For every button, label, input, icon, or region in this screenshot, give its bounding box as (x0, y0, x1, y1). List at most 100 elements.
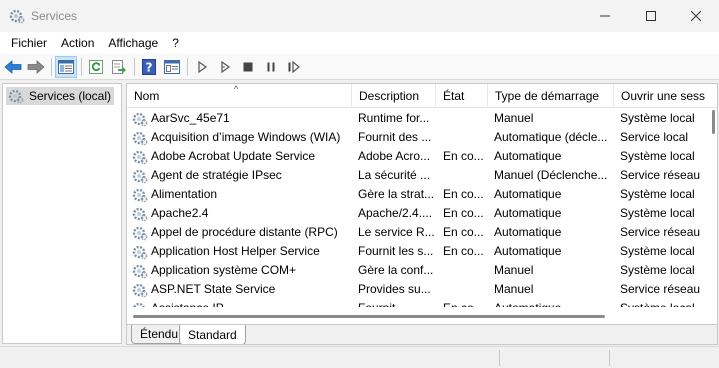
table-row[interactable]: ASP.NET State Service Provides su... Man… (127, 280, 705, 299)
service-gear-icon (132, 302, 146, 307)
tab-label: Standard (188, 327, 237, 342)
service-name: Application Host Helper Service (151, 244, 320, 258)
tree-item-services-local[interactable]: Services (local) (6, 87, 115, 105)
column-header-name[interactable]: Nom (127, 84, 352, 108)
menu-view[interactable]: Affichage (101, 36, 165, 50)
pause-service-icon (267, 62, 275, 71)
resume-service-icon (288, 60, 300, 73)
service-logon: Service réseau (620, 282, 701, 296)
start-service-icon (198, 60, 208, 73)
service-gear-icon (132, 226, 148, 240)
service-state: En co... (443, 149, 484, 163)
service-gear-icon (132, 150, 148, 164)
service-startup-type: Manuel (Déclenche... (494, 168, 608, 182)
service-startup-type: Manuel (494, 263, 534, 277)
service-logon: Système local (620, 187, 695, 201)
tab-standard[interactable]: Standard (179, 325, 246, 344)
vertical-scrollbar[interactable] (705, 108, 717, 318)
menu-action[interactable]: Action (54, 36, 101, 50)
resume-service-button[interactable] (283, 56, 305, 78)
service-gear-icon (132, 264, 148, 278)
service-gear-icon (132, 245, 148, 259)
service-startup-type: Automatique (494, 206, 562, 220)
column-header-startup-type[interactable]: Type de démarrage (488, 84, 614, 108)
service-state (443, 280, 485, 299)
start-service-button[interactable] (191, 56, 213, 78)
service-gear-icon (132, 112, 148, 126)
service-description: Provides su... (358, 282, 431, 296)
status-separator (499, 350, 500, 366)
back-button[interactable] (2, 56, 24, 78)
service-name: Acquisition d’image Windows (WIA) (151, 130, 341, 144)
menu-file[interactable]: Fichier (4, 36, 54, 50)
table-row[interactable]: Alimentation Gère la strat... En co... A… (127, 185, 705, 204)
table-row[interactable]: Application Host Helper Service Fournit … (127, 242, 705, 261)
service-name: Appel de procédure distante (RPC) (151, 225, 338, 239)
column-header-logon[interactable]: Ouvrir une sess (614, 84, 706, 108)
toolbar-separator (81, 57, 82, 76)
start-service-alt-icon (221, 60, 231, 73)
table-row[interactable]: Acquisition d’image Windows (WIA) Fourni… (127, 128, 705, 147)
table-row[interactable]: AarSvc_45e71 Runtime for... Manuel Systè… (127, 109, 705, 128)
help-button[interactable]: ? (138, 56, 160, 78)
table-row[interactable]: Appel de procédure distante (RPC) Le ser… (127, 223, 705, 242)
service-description: Le service R... (358, 225, 435, 239)
toolbar-separator (134, 57, 135, 76)
menu-help[interactable]: ? (165, 36, 186, 50)
tree-item-label: Services (local) (29, 89, 112, 103)
service-gear-icon (132, 131, 148, 145)
close-button[interactable] (673, 0, 719, 32)
service-gear-icon (132, 188, 148, 202)
pause-service-button[interactable] (260, 56, 282, 78)
stop-service-icon (243, 62, 253, 71)
service-logon: Système local (620, 244, 695, 258)
service-description: La sécurité ... (358, 168, 431, 182)
toolbar: ? (0, 54, 719, 80)
services-list: AarSvc_45e71 Runtime for... Manuel Systè… (127, 109, 705, 307)
title-bar[interactable]: Services (0, 0, 719, 32)
table-row[interactable]: Apache2.4 Apache/2.4.... En co... Automa… (127, 204, 705, 223)
minimize-button[interactable] (582, 0, 628, 32)
show-hide-console-tree-button[interactable] (55, 55, 77, 78)
column-header-state[interactable]: État (436, 84, 488, 108)
service-logon: Système local (620, 263, 695, 277)
maximize-button[interactable] (628, 0, 674, 32)
forward-button[interactable] (25, 56, 47, 78)
column-header-label: État (443, 89, 465, 103)
column-header-label: Ouvrir une sess (621, 89, 706, 103)
service-startup-type: Manuel (494, 282, 534, 296)
table-row[interactable]: Adobe Acrobat Update Service Adobe Acro.… (127, 147, 705, 166)
service-logon: Service réseau (620, 225, 701, 239)
service-state (443, 109, 485, 128)
horizontal-scroll-thumb[interactable] (133, 315, 605, 318)
column-header-description[interactable]: Description (352, 84, 436, 108)
vertical-scroll-thumb[interactable] (712, 110, 715, 134)
service-startup-type: Automatique (494, 225, 562, 239)
service-state (443, 166, 485, 185)
table-row[interactable]: Agent de stratégie IPsec La sécurité ...… (127, 166, 705, 185)
table-row[interactable]: Application système COM+ Gère la conf...… (127, 261, 705, 280)
status-bar (0, 346, 719, 368)
service-name: Agent de stratégie IPsec (151, 168, 282, 182)
refresh-button[interactable] (85, 56, 107, 78)
sort-ascending-icon: ^ (234, 84, 239, 94)
service-startup-type: Automatique (décle... (494, 130, 608, 144)
properties-icon (164, 59, 180, 74)
service-state: En co... (443, 225, 484, 239)
service-name: Alimentation (151, 187, 218, 201)
export-list-button[interactable] (108, 56, 130, 78)
service-startup-type: Automatique (494, 299, 614, 307)
stop-service-button[interactable] (237, 56, 259, 78)
properties-button[interactable] (161, 56, 183, 78)
horizontal-scrollbar[interactable] (127, 312, 707, 320)
service-logon: Système local (620, 299, 705, 307)
service-name: Adobe Acrobat Update Service (151, 149, 316, 163)
service-state: En co... (443, 206, 484, 220)
toolbar-separator (187, 57, 188, 76)
services-gear-icon (9, 9, 25, 24)
service-logon: Système local (620, 206, 695, 220)
forward-arrow-icon (27, 59, 45, 74)
view-tabs: Étendu Standard (127, 324, 717, 344)
start-service-alt-button[interactable] (214, 56, 236, 78)
table-row[interactable]: Assistance IP Fournit... En co... Automa… (127, 299, 705, 307)
